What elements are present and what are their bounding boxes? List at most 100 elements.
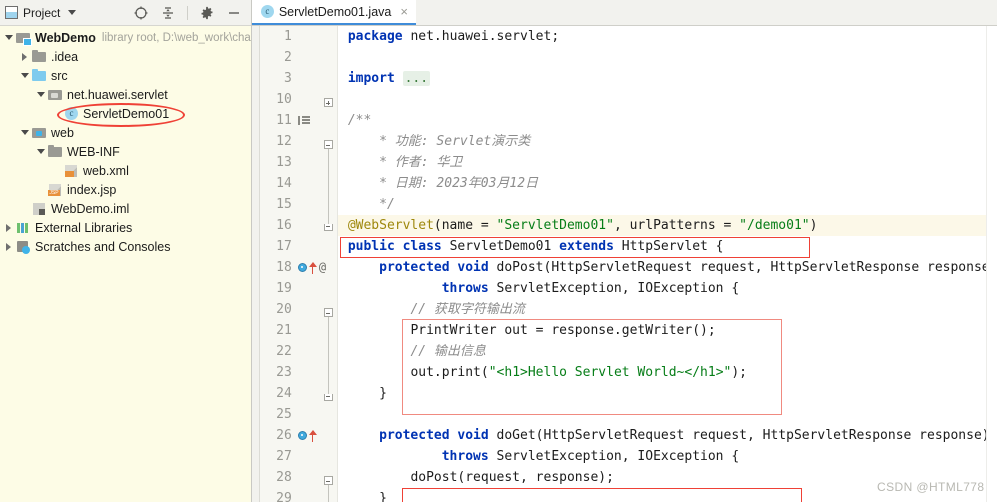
code-token: doPost(request, response); xyxy=(410,470,614,485)
code-line[interactable]: */ xyxy=(338,194,997,215)
web-root-folder-icon xyxy=(31,125,48,141)
code-line[interactable]: protected void doGet(HttpServletRequest … xyxy=(338,425,997,446)
line-number: 12 xyxy=(276,134,292,149)
tree-node-label: WEB-INF xyxy=(67,144,120,159)
run-gutter-icon[interactable] xyxy=(297,431,307,440)
tree-node-net-huawei-servlet[interactable]: net.huawei.servlet xyxy=(0,85,251,104)
project-window-icon xyxy=(5,6,18,19)
code-token: extends xyxy=(559,239,622,254)
tree-node-web[interactable]: web xyxy=(0,123,251,142)
code-line[interactable]: // 输出信息 xyxy=(338,341,997,362)
code-line[interactable]: * 功能: Servlet演示类 xyxy=(338,131,997,152)
tree-collapse-arrow-icon[interactable] xyxy=(2,28,15,47)
line-number: 11 xyxy=(276,113,292,128)
run-gutter-icon[interactable] xyxy=(297,263,307,272)
code-line[interactable]: PrintWriter out = response.getWriter(); xyxy=(338,320,997,341)
collapse-all-icon[interactable] xyxy=(160,5,176,21)
fold-region-line xyxy=(327,149,329,226)
line-number: 13 xyxy=(276,155,292,170)
tree-expand-arrow-icon[interactable] xyxy=(2,218,15,237)
code-line[interactable]: out.print("<h1>Hello Servlet World~</h1>… xyxy=(338,362,997,383)
code-token: doGet(HttpServletRequest request, HttpSe… xyxy=(496,428,990,443)
code-line[interactable]: * 日期: 2023年03月12日 xyxy=(338,173,997,194)
tree-collapse-arrow-icon[interactable] xyxy=(34,85,47,104)
project-tree[interactable]: WebDemo library root, D:\web_work\cha .ide… xyxy=(0,26,251,502)
jdoc-format-icon[interactable] xyxy=(297,115,310,126)
code-token: PrintWriter out = response.getWriter(); xyxy=(410,323,716,338)
close-icon[interactable]: × xyxy=(400,5,408,18)
gear-icon[interactable] xyxy=(199,5,215,21)
code-folding-column[interactable] xyxy=(321,26,337,502)
code-line[interactable]: throws ServletException, IOException { xyxy=(338,278,997,299)
tree-node-webdemo-iml[interactable]: WebDemo.iml xyxy=(0,199,251,218)
line-number: 23 xyxy=(276,365,292,380)
tool-window-side-strip xyxy=(251,26,260,502)
tree-node-external-libraries[interactable]: External Libraries xyxy=(0,218,251,237)
tree-expand-arrow-icon[interactable] xyxy=(2,237,15,256)
fold-expand-icon[interactable] xyxy=(323,98,333,107)
code-line[interactable] xyxy=(338,47,997,68)
code-token: throws xyxy=(441,281,497,296)
tree-node-index-jsp[interactable]: index.jsp xyxy=(0,180,251,199)
line-number: 24 xyxy=(276,386,292,401)
code-token: "/demo01" xyxy=(739,218,810,233)
tree-node-web-inf[interactable]: WEB-INF xyxy=(0,142,251,161)
idea-window: Project WebDemo library root, D:\web_wor… xyxy=(0,0,997,502)
code-line[interactable]: doPost(request, response); xyxy=(338,467,997,488)
project-panel-toolbar xyxy=(133,5,245,21)
line-number: 14 xyxy=(276,176,292,191)
line-number: 17 xyxy=(276,239,292,254)
override-method-icon[interactable] xyxy=(308,429,317,442)
tree-node-servletdemo01[interactable]: ServletDemo01 xyxy=(0,104,251,123)
code-token: ServletDemo01 xyxy=(449,239,560,254)
locate-target-icon[interactable] xyxy=(133,5,149,21)
code-editor[interactable]: package net.huawei.servlet; import ... /**… xyxy=(337,26,997,502)
tree-collapse-arrow-icon[interactable] xyxy=(18,66,31,85)
tree-node-src[interactable]: src xyxy=(0,66,251,85)
java-class-icon: c xyxy=(260,5,274,18)
tree-expand-arrow-icon[interactable] xyxy=(18,47,31,66)
fold-region-end[interactable] xyxy=(323,224,333,231)
tree-node-scratches-and-consoles[interactable]: Scratches and Consoles xyxy=(0,237,251,256)
code-line[interactable]: } xyxy=(338,383,997,404)
code-line[interactable]: package net.huawei.servlet; xyxy=(338,26,997,47)
code-line[interactable]: /** xyxy=(338,110,997,131)
line-number: 25 xyxy=(276,407,292,422)
tree-node-webdemo[interactable]: WebDemo library root, D:\web_work\cha xyxy=(0,28,251,47)
tree-collapse-arrow-icon[interactable] xyxy=(34,142,47,161)
project-panel-title-button[interactable]: Project xyxy=(5,6,77,20)
tree-node-web-xml[interactable]: web.xml xyxy=(0,161,251,180)
fold-collapse-icon[interactable] xyxy=(323,476,333,485)
code-token: ServletException, IOException { xyxy=(496,449,740,464)
code-token: */ xyxy=(379,197,395,212)
tab-servletdemo01-java[interactable]: c ServletDemo01.java × xyxy=(251,0,416,25)
fold-region-end[interactable] xyxy=(323,394,333,401)
code-line[interactable]: protected void doPost(HttpServletRequest… xyxy=(338,257,997,278)
chevron-down-icon[interactable] xyxy=(68,10,77,15)
line-number: 29 xyxy=(276,491,292,502)
source-root-folder-icon xyxy=(31,68,48,84)
code-line[interactable]: throws ServletException, IOException { xyxy=(338,446,997,467)
code-token: // 输出信息 xyxy=(410,344,486,359)
code-line[interactable] xyxy=(338,404,997,425)
code-line[interactable]: @WebServlet(name = "ServletDemo01", urlP… xyxy=(337,215,997,236)
editor-gutter[interactable]: 1 2 3 10 11 12 13 14 15 16 17 18 @19 20 21 22 23 24 25 26 27… xyxy=(259,26,338,502)
minimize-icon[interactable] xyxy=(226,5,242,21)
code-line[interactable]: * 作者: 华卫 xyxy=(338,152,997,173)
code-line[interactable]: // 获取字符输出流 xyxy=(338,299,997,320)
override-method-icon[interactable] xyxy=(308,261,317,274)
code-line[interactable]: public class ServletDemo01 extends HttpS… xyxy=(338,236,997,257)
fold-collapse-icon[interactable] xyxy=(323,140,333,149)
line-number: 27 xyxy=(276,449,292,464)
code-line[interactable] xyxy=(338,89,997,110)
tree-node-idea[interactable]: .idea xyxy=(0,47,251,66)
tree-node-label: External Libraries xyxy=(35,220,133,235)
code-line[interactable]: import ... xyxy=(338,68,997,89)
folder-icon xyxy=(31,49,48,65)
fold-collapse-icon[interactable] xyxy=(323,308,333,317)
tree-collapse-arrow-icon[interactable] xyxy=(18,123,31,142)
code-line[interactable]: } xyxy=(338,488,997,502)
editor-marker-strip[interactable] xyxy=(986,26,997,502)
project-panel-header: Project xyxy=(0,0,251,26)
